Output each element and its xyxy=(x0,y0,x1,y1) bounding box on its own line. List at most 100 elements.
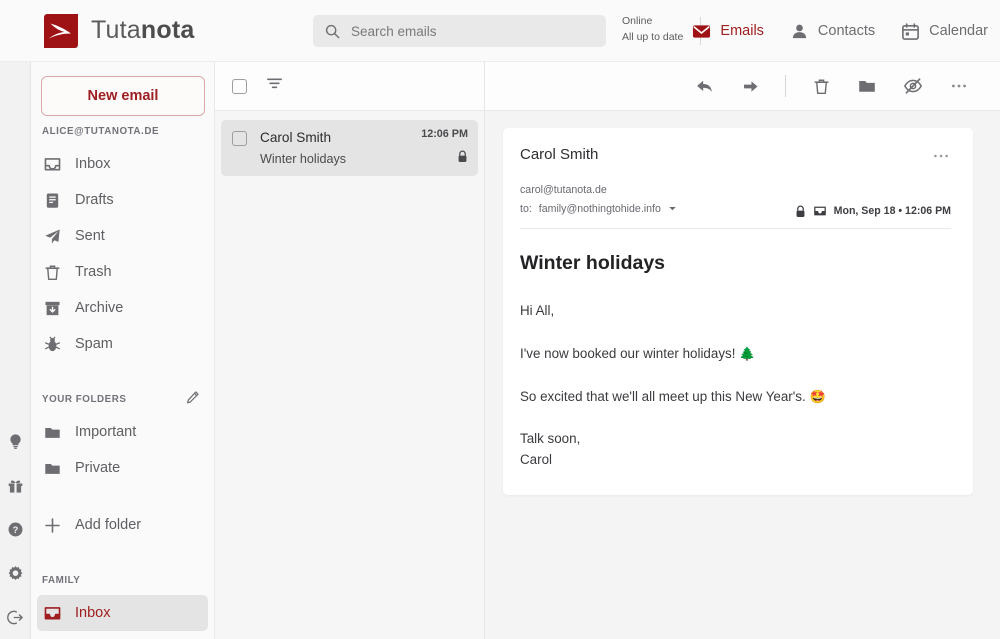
sidebar-item-sent[interactable]: Sent xyxy=(37,218,208,254)
inbox-icon xyxy=(813,204,827,218)
body-paragraph-1: Hi All, xyxy=(520,301,951,322)
detail-sender-name: Carol Smith xyxy=(520,146,598,163)
sidebar-item-family-inbox[interactable]: Inbox xyxy=(37,595,208,631)
detail-subject: Winter holidays xyxy=(520,252,951,275)
email-detail-more-button[interactable] xyxy=(931,146,951,171)
header-nav: Emails Contacts Calendar xyxy=(692,0,988,62)
sidebar-item-spam-label: Spam xyxy=(75,336,113,352)
sidebar-item-inbox[interactable]: Inbox xyxy=(37,146,208,182)
inbox-icon xyxy=(42,154,63,175)
body-paragraph-3: So excited that we'll all meet up this N… xyxy=(520,387,951,408)
filter-icon[interactable] xyxy=(265,74,284,98)
email-date-row: Mon, Sep 18 • 12:06 PM xyxy=(795,204,951,218)
search-placeholder: Search emails xyxy=(351,24,437,39)
lock-icon xyxy=(457,150,468,168)
reply-button[interactable] xyxy=(693,75,715,97)
body-signoff: Talk soon, Carol xyxy=(520,429,951,471)
search-input[interactable]: Search emails xyxy=(313,15,606,47)
detail-date: Mon, Sep 18 • 12:06 PM xyxy=(834,205,951,217)
logo-text-bold: nota xyxy=(141,16,195,44)
body-text-2: I've now booked our winter holidays! xyxy=(520,346,735,361)
lock-icon xyxy=(795,205,806,218)
folder-icon xyxy=(857,76,877,96)
email-detail-card: Carol Smith carol@tutanota.de to: xyxy=(503,128,973,495)
lightbulb-icon[interactable] xyxy=(5,431,25,451)
trash-icon xyxy=(812,77,831,96)
reply-arrow-icon xyxy=(695,77,714,96)
tutanota-logo-icon xyxy=(44,14,78,48)
body-text-3: So excited that we'll all meet up this N… xyxy=(520,389,806,404)
sidebar-item-important-label: Important xyxy=(75,424,136,440)
email-detail-toolbar xyxy=(485,62,1000,111)
add-folder-label: Add folder xyxy=(75,517,141,533)
your-folders-header-label: YOUR FOLDERS xyxy=(42,394,126,405)
app-logo[interactable]: Tutanota xyxy=(44,14,194,48)
family-header: FAMILY xyxy=(31,565,214,595)
archive-icon xyxy=(42,298,63,319)
nav-tab-calendar-label: Calendar xyxy=(929,23,988,39)
to-prefix: to: xyxy=(520,200,532,219)
app-header: Tutanota Search emails Online All up to … xyxy=(0,0,1000,62)
email-list-item[interactable]: Carol Smith Winter holidays 12:06 PM xyxy=(221,120,478,176)
forward-button[interactable] xyxy=(739,75,761,97)
envelope-icon xyxy=(692,22,711,41)
sidebar-item-archive-label: Archive xyxy=(75,300,123,316)
email-time: 12:06 PM xyxy=(421,128,468,140)
sidebar-item-important[interactable]: Important xyxy=(37,414,208,450)
sidebar-item-spam[interactable]: Spam xyxy=(37,326,208,362)
help-icon[interactable]: ? xyxy=(5,519,25,539)
sidebar-item-archive[interactable]: Archive xyxy=(37,290,208,326)
pencil-edit-icon[interactable] xyxy=(185,390,200,408)
tutanota-app-window: Tutanota Search emails Online All up to … xyxy=(0,0,1000,639)
eye-slash-icon xyxy=(903,76,923,96)
plus-icon xyxy=(42,515,63,536)
email-list-item-meta: 12:06 PM xyxy=(421,128,468,176)
inbox-icon xyxy=(42,603,63,624)
select-all-checkbox[interactable] xyxy=(232,79,247,94)
move-to-folder-button[interactable] xyxy=(856,75,878,97)
toolbar-divider xyxy=(785,75,786,97)
your-folders-header: YOUR FOLDERS xyxy=(31,384,214,414)
more-dots-icon xyxy=(949,76,969,96)
new-email-button[interactable]: New email xyxy=(41,76,205,116)
nav-tab-emails[interactable]: Emails xyxy=(692,22,764,41)
detail-recipient-row[interactable]: to: family@nothingtohide.info xyxy=(520,200,677,219)
sidebar-item-trash[interactable]: Trash xyxy=(37,254,208,290)
status-sync: All up to date xyxy=(622,29,683,45)
sidebar-item-family-drafts[interactable]: Drafts xyxy=(37,631,208,639)
nav-tab-emails-label: Emails xyxy=(720,23,764,39)
email-select-checkbox[interactable] xyxy=(232,131,247,146)
signoff-line-1: Talk soon, xyxy=(520,431,580,446)
detail-recipient-address: family@nothingtohide.info xyxy=(539,200,661,219)
email-list-item-text: Carol Smith Winter holidays xyxy=(260,128,421,176)
email-subject: Winter holidays xyxy=(260,152,421,166)
calendar-icon xyxy=(901,22,920,41)
spam-bug-icon xyxy=(42,334,63,355)
trash-icon xyxy=(42,262,63,283)
nav-tab-calendar[interactable]: Calendar xyxy=(901,22,988,41)
email-detail-panel: Carol Smith carol@tutanota.de to: xyxy=(484,62,1000,639)
status-online: Online xyxy=(622,13,683,29)
nav-tab-contacts[interactable]: Contacts xyxy=(790,22,875,41)
email-list-toolbar xyxy=(215,62,484,111)
chevron-down-icon xyxy=(668,204,677,213)
connection-status: Online All up to date xyxy=(622,13,683,46)
sidebar-item-private[interactable]: Private xyxy=(37,450,208,486)
sidebar-item-drafts-label: Drafts xyxy=(75,192,114,208)
add-folder-button[interactable]: Add folder xyxy=(37,507,208,543)
sidebar-item-private-label: Private xyxy=(75,460,120,476)
sidebar-item-drafts[interactable]: Drafts xyxy=(37,182,208,218)
drafts-icon xyxy=(42,190,63,211)
gift-icon[interactable] xyxy=(5,475,25,495)
more-dots-icon xyxy=(931,146,951,166)
signoff-line-2: Carol xyxy=(520,452,552,467)
mark-unread-button[interactable] xyxy=(902,75,924,97)
detail-body: Hi All, I've now booked our winter holid… xyxy=(520,301,951,471)
more-options-button[interactable] xyxy=(948,75,970,97)
email-sender: Carol Smith xyxy=(260,128,421,148)
folder-sidebar: New email ALICE@TUTANOTA.DE Inbox xyxy=(31,62,214,639)
delete-button[interactable] xyxy=(810,75,832,97)
logout-icon[interactable] xyxy=(5,607,25,627)
sidebar-item-inbox-label: Inbox xyxy=(75,156,110,172)
settings-gear-icon[interactable] xyxy=(5,563,25,583)
